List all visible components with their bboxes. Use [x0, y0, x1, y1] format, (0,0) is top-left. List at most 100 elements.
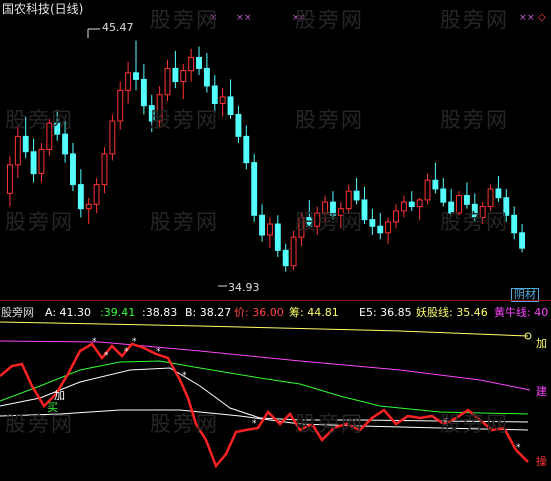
- candle-body: [495, 188, 502, 199]
- candle-body: [77, 184, 84, 210]
- candle-body: [101, 153, 108, 186]
- candle-body: [156, 94, 163, 122]
- candle-body: [471, 203, 478, 218]
- star-marker: *: [156, 347, 161, 357]
- candle-body: [243, 135, 250, 164]
- high-price-label: 45.47: [102, 21, 134, 34]
- label-jian: 建: [536, 385, 547, 398]
- candle-body: [266, 223, 273, 236]
- label-cao: 操: [536, 455, 547, 468]
- candle-body: [377, 225, 384, 234]
- indicator-e5: E5: 36.85: [359, 306, 412, 319]
- indicator-panel: * **** ****: [0, 321, 532, 469]
- red-line: [0, 342, 529, 469]
- candle-body: [314, 212, 321, 227]
- candle-body: [196, 56, 202, 69]
- candle-body: [133, 72, 139, 80]
- candle-body: [463, 195, 470, 205]
- candle-body: [369, 219, 376, 227]
- indicator-val3: :38.83: [142, 306, 178, 319]
- signal-marker: ×: [244, 13, 252, 23]
- candle-body: [282, 249, 289, 267]
- candle-body: [408, 201, 415, 208]
- signal-marker: ×: [298, 13, 306, 23]
- candle-body: [117, 89, 124, 122]
- star-marker: *: [252, 419, 257, 429]
- candle-body: [298, 216, 305, 238]
- candle-body: [424, 179, 431, 201]
- indicator-b: B: 38.27: [185, 306, 232, 319]
- candle-body: [330, 201, 336, 216]
- price-panel: × × × ×× × × ◇: [6, 12, 546, 287]
- signal-marker: ×: [527, 13, 535, 23]
- candle-body: [487, 188, 494, 208]
- diamond-marker: ◇: [538, 12, 546, 23]
- indicator-yao: 妖股线: 35.46: [416, 306, 488, 319]
- candle-body: [393, 210, 399, 223]
- candle-body: [6, 164, 13, 194]
- candle-body: [148, 105, 155, 122]
- candle-body: [416, 199, 423, 208]
- candle-body: [440, 188, 447, 203]
- chart-title: 国农科技(日线): [2, 2, 84, 16]
- candle-body: [172, 67, 179, 83]
- candle-body: [503, 197, 510, 216]
- candle-body: [400, 201, 407, 212]
- candle-body: [290, 236, 297, 267]
- candle-body: [511, 214, 518, 234]
- indicator-val2: :39.41: [100, 306, 136, 319]
- star-marker: *: [124, 347, 129, 357]
- star-marker: *: [516, 443, 521, 453]
- candle-body: [274, 223, 281, 251]
- low-price-label: 34.93: [228, 281, 260, 294]
- candle-body: [227, 96, 234, 115]
- candle-body: [235, 113, 242, 137]
- indicator-source: 股旁网: [1, 306, 34, 319]
- candle-body: [62, 133, 69, 155]
- candle-body: [85, 203, 92, 210]
- candle-body: [70, 153, 76, 186]
- star-marker: *: [182, 371, 187, 381]
- candle-body: [479, 206, 486, 218]
- green-line: [0, 360, 529, 415]
- candle-body: [203, 67, 210, 87]
- candle-body: [361, 199, 368, 221]
- yellow-line: [0, 321, 529, 337]
- candle-body: [54, 122, 61, 135]
- candle-body: [22, 135, 29, 153]
- star-marker: *: [92, 337, 97, 347]
- candle-body: [164, 67, 171, 96]
- candle-body: [46, 122, 53, 151]
- candle-body: [432, 179, 439, 190]
- star-marker: *: [132, 337, 137, 347]
- label-mai: 买: [47, 401, 58, 414]
- signal-marker: ×: [210, 13, 218, 23]
- candle-body: [306, 216, 313, 227]
- candle-body: [259, 214, 266, 236]
- candle-body: [180, 70, 187, 83]
- candle-body: [519, 232, 526, 249]
- candle-body: [109, 120, 116, 155]
- indicator-chou: 筹: 44.81: [289, 306, 339, 319]
- candle-body: [125, 72, 132, 91]
- candle-body: [38, 149, 45, 175]
- candle-body: [456, 195, 462, 214]
- signal-marker: ×: [236, 13, 244, 23]
- label-jia-right: 加: [536, 337, 547, 350]
- indicator-price: 价: 36.00: [234, 306, 284, 319]
- candle-body: [140, 78, 147, 107]
- candle-body: [337, 208, 344, 216]
- indicator-a: A: 41.30: [45, 306, 92, 319]
- candle-body: [353, 190, 360, 201]
- star-marker: *: [104, 351, 109, 361]
- candle-body: [219, 96, 226, 104]
- candle-body: [93, 184, 100, 205]
- signal-marker: ×: [519, 13, 527, 23]
- candle-body: [14, 135, 21, 166]
- candle-body: [211, 85, 218, 104]
- candle-body: [322, 201, 329, 214]
- candle-body: [251, 162, 258, 216]
- indicator-niu: 黄牛线: 40: [494, 306, 549, 319]
- star-marker: *: [444, 417, 449, 427]
- candle-body: [30, 151, 37, 175]
